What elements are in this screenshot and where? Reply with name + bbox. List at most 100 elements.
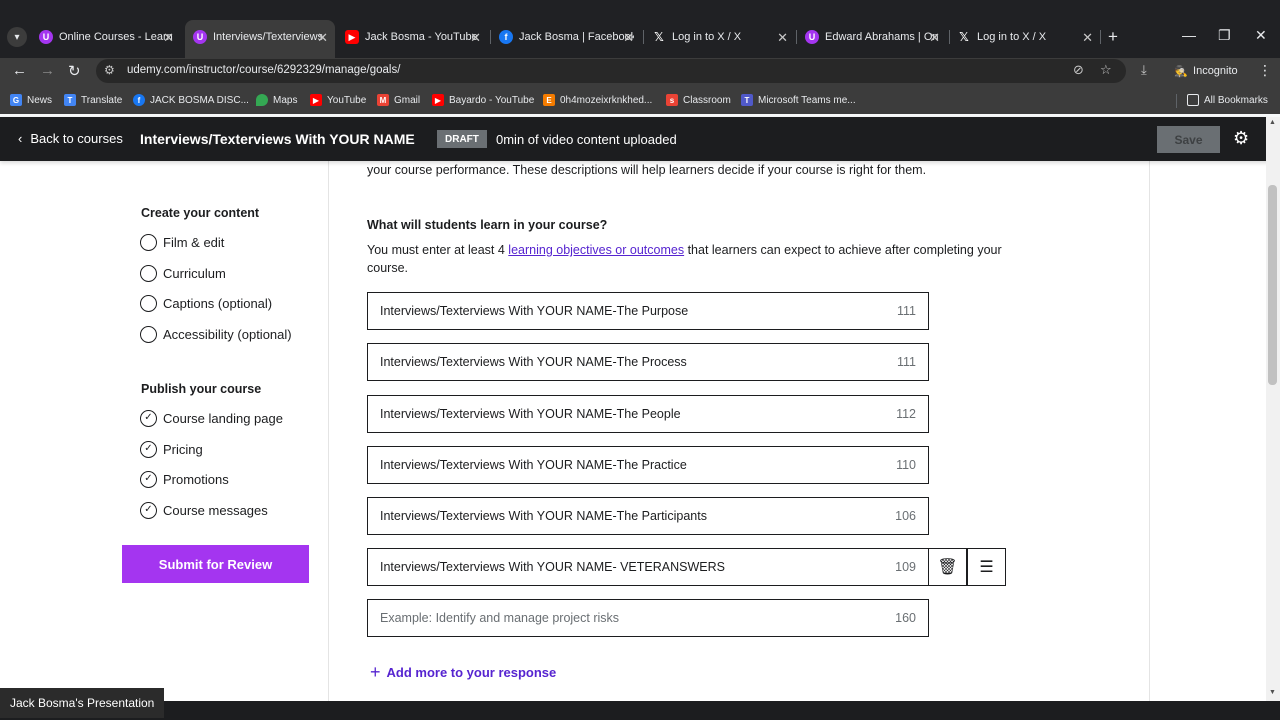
tab-title: Online Courses - Learn — [59, 31, 173, 43]
trash-icon: 🗑 — [937, 559, 958, 576]
tab-separator — [643, 30, 644, 44]
udemy-icon: U — [193, 30, 207, 44]
bookmark-label: Maps — [273, 94, 298, 106]
objective-input[interactable]: Interviews/Texterviews With YOUR NAME-Th… — [367, 343, 929, 381]
bookmark-maps[interactable]: Maps — [256, 93, 297, 107]
bookmark-0h4moze[interactable]: E 0h4mozeixrknkhed... — [543, 93, 652, 107]
sidebar-item-label: Film & edit — [163, 234, 225, 250]
objective-input[interactable]: Interviews/Texterviews With YOUR NAME-Th… — [367, 446, 929, 484]
sidebar-item-accessibility[interactable]: Accessibility (optional) — [140, 325, 292, 343]
gear-icon[interactable]: ⚙ — [1233, 128, 1249, 149]
youtube-icon: ▶ — [432, 94, 444, 106]
eye-slash-icon[interactable]: ⊘ — [1073, 62, 1084, 78]
new-objective-input[interactable]: Example: Identify and manage project ris… — [367, 599, 929, 637]
delete-objective-button[interactable]: 🗑 — [928, 548, 967, 586]
all-bookmarks[interactable]: All Bookmarks — [1187, 93, 1268, 107]
tab-edward-abrahams[interactable]: U Edward Abrahams | On ✕ — [805, 26, 940, 48]
add-more-label: Add more to your response — [386, 665, 557, 680]
bookmark-teams[interactable]: T Microsoft Teams me... — [741, 93, 856, 107]
bookmark-classroom[interactable]: s Classroom — [666, 93, 731, 107]
sidebar-item-landing-page[interactable]: ✓ Course landing page — [140, 409, 283, 427]
scroll-down-icon[interactable]: ▼ — [1269, 689, 1276, 696]
bookmark-translate[interactable]: T Translate — [64, 93, 122, 107]
drag-handle-button[interactable]: ☰ — [967, 548, 1006, 586]
sidebar-item-pricing[interactable]: ✓ Pricing — [140, 440, 203, 458]
publish-course-heading: Publish your course — [141, 382, 262, 396]
forward-arrow-icon[interactable]: → — [40, 62, 55, 79]
objective-input[interactable]: Interviews/Texterviews With YOUR NAME-Th… — [367, 395, 929, 433]
tab-x-login-2[interactable]: 𝕏 Log in to X / X ✕ — [957, 26, 1093, 48]
maps-pin-icon — [256, 94, 268, 106]
url-text[interactable]: udemy.com/instructor/course/6292329/mana… — [127, 64, 400, 76]
circle-icon — [140, 264, 157, 282]
udemy-icon: U — [805, 30, 819, 44]
close-tab-icon[interactable]: ✕ — [1082, 30, 1093, 46]
close-tab-icon[interactable]: ✕ — [623, 30, 634, 46]
tab-youtube[interactable]: ▶ Jack Bosma - YouTube ✕ — [345, 26, 481, 48]
tab-facebook[interactable]: f Jack Bosma | Facebook ✕ — [499, 26, 634, 48]
close-window-icon[interactable]: ✕ — [1255, 27, 1267, 44]
objective-input[interactable]: Interviews/Texterviews With YOUR NAME-Th… — [367, 497, 929, 535]
bookmark-youtube[interactable]: ▶ YouTube — [310, 93, 366, 107]
bookmark-bayardo-youtube[interactable]: ▶ Bayardo - YouTube — [432, 93, 534, 107]
bookmark-star-icon[interactable]: ☆ — [1100, 62, 1112, 78]
x-icon: 𝕏 — [652, 30, 666, 44]
teams-icon: T — [741, 94, 753, 106]
reload-icon[interactable]: ↻ — [68, 62, 81, 80]
add-more-button[interactable]: + Add more to your response — [370, 662, 556, 683]
tab-separator — [796, 30, 797, 44]
scroll-up-icon[interactable]: ▲ — [1269, 119, 1276, 126]
objective-input[interactable]: Interviews/Texterviews With YOUR NAME-Th… — [367, 292, 929, 330]
close-tab-icon[interactable]: ✕ — [470, 30, 481, 46]
translate-icon: T — [64, 94, 76, 106]
scrollbar-thumb[interactable] — [1268, 185, 1277, 385]
tab-online-courses[interactable]: U Online Courses - Learn ✕ — [39, 26, 174, 48]
new-tab-icon[interactable]: + — [1108, 27, 1118, 47]
bookmark-news[interactable]: G News — [10, 93, 52, 107]
sidebar-item-captions[interactable]: Captions (optional) — [140, 294, 272, 312]
sidebar-item-course-messages[interactable]: ✓ Course messages — [140, 501, 268, 519]
site-info-icon[interactable]: ⚙ — [104, 63, 115, 77]
char-count: 111 — [896, 355, 916, 369]
right-gutter — [1150, 161, 1266, 701]
close-tab-icon[interactable]: ✕ — [929, 30, 940, 46]
objective-value: Interviews/Texterviews With YOUR NAME-Th… — [380, 509, 707, 523]
back-to-courses-link[interactable]: ‹ Back to courses — [18, 131, 123, 146]
chevron-left-icon: ‹ — [18, 131, 23, 146]
sidebar-item-curriculum[interactable]: Curriculum — [140, 264, 226, 282]
status-badge: DRAFT — [437, 130, 487, 148]
close-tab-icon[interactable]: ✕ — [163, 30, 174, 46]
back-arrow-icon[interactable]: ← — [12, 62, 27, 79]
tab-search-button[interactable]: ▾ — [7, 27, 27, 47]
tab-title: Jack Bosma - YouTube — [365, 31, 478, 43]
tab-x-login-1[interactable]: 𝕏 Log in to X / X ✕ — [652, 26, 788, 48]
bookmark-label: Bayardo - YouTube — [449, 94, 535, 106]
sidebar-item-promotions[interactable]: ✓ Promotions — [140, 470, 229, 488]
download-icon[interactable]: ⤓ — [1141, 62, 1147, 78]
incognito-indicator[interactable]: 🕵 Incognito — [1166, 59, 1246, 83]
bookmark-label: Gmail — [394, 94, 421, 106]
save-button[interactable]: Save — [1157, 126, 1220, 153]
close-tab-icon[interactable]: ✕ — [317, 30, 328, 46]
tab-interviews[interactable]: U Interviews/Texterviews ✕ — [193, 26, 328, 48]
objective-input[interactable]: Interviews/Texterviews With YOUR NAME- V… — [367, 548, 929, 586]
bookmark-label: Translate — [81, 94, 123, 106]
browser-menu-icon[interactable]: ⋮ — [1258, 62, 1272, 79]
restore-icon[interactable]: ❐ — [1218, 27, 1231, 44]
sidebar-item-label: Captions (optional) — [163, 295, 273, 311]
bookmark-gmail[interactable]: M Gmail — [377, 93, 420, 107]
udemy-icon: U — [39, 30, 53, 44]
sidebar-item-label: Promotions — [163, 471, 229, 487]
bookmark-jack-bosma-disc[interactable]: f JACK BOSMA DISC... — [133, 93, 249, 107]
sidebar-item-film-edit[interactable]: Film & edit — [140, 233, 224, 251]
close-tab-icon[interactable]: ✕ — [777, 30, 788, 46]
objective-placeholder: Example: Identify and manage project ris… — [380, 611, 620, 625]
char-count: 109 — [895, 560, 916, 574]
minimize-icon[interactable]: — — [1182, 27, 1196, 43]
learning-objectives-link[interactable]: learning objectives or outcomes — [508, 243, 684, 257]
check-circle-icon: ✓ — [140, 470, 157, 488]
tab-title: Edward Abrahams | On — [825, 31, 939, 43]
upload-status: 0min of video content uploaded — [496, 132, 677, 147]
submit-for-review-button[interactable]: Submit for Review — [122, 545, 309, 583]
char-count: 112 — [896, 407, 916, 421]
